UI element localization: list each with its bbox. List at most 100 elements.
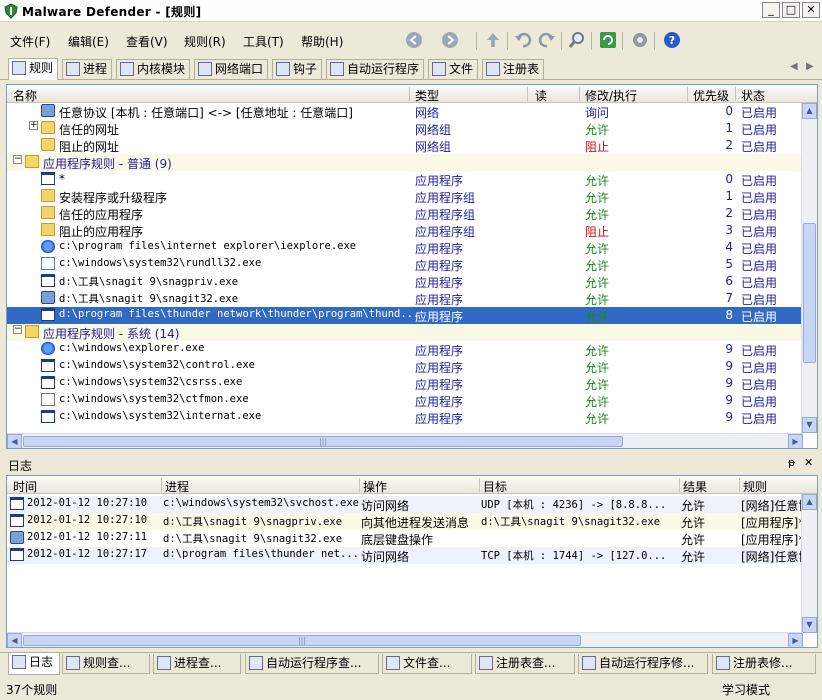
app-window-icon: [41, 172, 55, 185]
tab-registry[interactable]: 注册表: [482, 59, 544, 79]
redo-icon[interactable]: [537, 31, 557, 51]
rule-row[interactable]: d:\program files\thunder network\thunder…: [7, 307, 803, 324]
tab-autorun[interactable]: 自动运行程序: [326, 59, 424, 79]
menu-tools[interactable]: 工具(T): [243, 33, 284, 50]
rules-vscrollbar[interactable]: ▲ ▼: [801, 103, 817, 433]
bottom-tab-process-view[interactable]: 进程查...: [153, 654, 241, 674]
rule-row[interactable]: c:\windows\system32\internat.exe 应用程序 允许 9 已…: [7, 409, 803, 426]
rule-row[interactable]: c:\windows\system32\ctfmon.exe 应用程序 允许 9 已启用: [7, 392, 803, 409]
scroll-thumb[interactable]: [803, 223, 816, 363]
scroll-down-button[interactable]: ▼: [802, 617, 817, 633]
col-rule[interactable]: 规则: [743, 478, 767, 495]
col-name[interactable]: 名称: [13, 87, 37, 104]
settings-icon[interactable]: [630, 31, 650, 51]
scroll-thumb[interactable]: |||: [23, 436, 623, 447]
scroll-down-button[interactable]: ▼: [802, 417, 817, 433]
app-window-icon: [10, 548, 24, 561]
bottom-tab-registry-view[interactable]: 注册表查...: [475, 654, 575, 674]
bottom-tab-rules-view[interactable]: 规则查...: [62, 654, 150, 674]
log-row[interactable]: 2012-01-12 10:27:11 d:\工具\snagit 9\snagit…: [7, 530, 804, 547]
log-vscrollbar[interactable]: ▲ ▼: [801, 494, 817, 633]
rule-type: 应用程序组: [415, 225, 476, 239]
tab-kernel-modules[interactable]: 内核模块: [116, 59, 190, 79]
expand-icon[interactable]: +: [29, 121, 38, 130]
tab-files[interactable]: 文件: [428, 59, 478, 79]
menu-file[interactable]: 文件(F): [10, 33, 50, 50]
rule-row[interactable]: c:\windows\explorer.exe 应用程序 允许 9 已启用: [7, 341, 803, 358]
tab-scroll-left[interactable]: ◀: [790, 61, 798, 72]
scroll-right-button[interactable]: ▶: [788, 633, 803, 647]
minimize-button[interactable]: _: [762, 2, 780, 18]
col-priority[interactable]: 优先级: [693, 87, 729, 104]
autorun-edit-icon: [582, 656, 596, 670]
bottom-tab-file-view[interactable]: 文件查...: [382, 654, 472, 674]
rule-row[interactable]: 信任的应用程序 应用程序组 允许 2 已启用: [7, 205, 803, 222]
rule-row[interactable]: 阻止的网址 网络组 阻止 2 已启用: [7, 137, 803, 154]
scroll-left-button[interactable]: ◀: [7, 434, 22, 448]
rule-row[interactable]: d:\工具\snagit 9\snagpriv.exe 应用程序 允许 6 已启用: [7, 273, 803, 290]
rule-row[interactable]: * 应用程序 允许 0 已启用: [7, 171, 803, 188]
log-row[interactable]: 2012-01-12 10:27:10 c:\windows\system32\s…: [7, 496, 817, 513]
bottom-tab-autorun-edit[interactable]: 自动运行程序修...: [578, 654, 708, 674]
up-icon[interactable]: [483, 31, 503, 51]
pin-icon[interactable]: ᵽ: [788, 456, 795, 469]
col-type[interactable]: 类型: [415, 87, 439, 104]
help-icon[interactable]: ?: [662, 31, 682, 51]
scroll-left-button[interactable]: ◀: [7, 633, 22, 647]
rule-action: 阻止: [585, 140, 610, 154]
rule-row[interactable]: d:\工具\snagit 9\snagit32.exe 应用程序 允许 7 已启用: [7, 290, 803, 307]
col-modify[interactable]: 修改/执行: [585, 87, 637, 104]
rule-row[interactable]: + 信任的网址 网络组 允许 1 已启用: [7, 120, 803, 137]
menu-rules[interactable]: 规则(R): [184, 33, 226, 50]
rule-row[interactable]: c:\windows\system32\csrss.exe 应用程序 允许 9 已启用: [7, 375, 803, 392]
rule-group-row[interactable]: − 应用程序规则 - 系统 (14): [7, 324, 803, 341]
rule-row[interactable]: 阻止的应用程序 应用程序组 阻止 3 已启用: [7, 222, 803, 239]
bottom-tab-autorun-view[interactable]: 自动运行程序查...: [245, 654, 379, 674]
col-operation[interactable]: 操作: [363, 478, 387, 495]
rule-row[interactable]: c:\windows\system32\control.exe 应用程序 允许 9 已启…: [7, 358, 803, 375]
tab-network-ports[interactable]: 网络端口: [194, 59, 268, 79]
rule-name: c:\windows\system32\rundll32.exe: [59, 257, 262, 269]
col-target[interactable]: 目标: [483, 478, 507, 495]
column-divider: [579, 87, 580, 101]
log-row[interactable]: 2012-01-12 10:27:17 d:\program files\thun…: [7, 547, 817, 564]
menu-view[interactable]: 查看(V): [126, 33, 168, 50]
refresh-icon[interactable]: [598, 31, 618, 51]
close-icon[interactable]: ✕: [804, 456, 813, 469]
rule-row[interactable]: c:\windows\system32\rundll32.exe 应用程序 允许 5 已…: [7, 256, 803, 273]
rules-header: 名称 类型 读 修改/执行 优先级 状态: [7, 85, 817, 103]
log-row[interactable]: 2012-01-12 10:27:10 d:\工具\snagit 9\snagpr…: [7, 513, 804, 530]
scroll-up-button[interactable]: ▲: [802, 103, 817, 119]
scroll-right-button[interactable]: ▶: [788, 434, 803, 448]
bottom-tab-registry-edit[interactable]: 注册表修...: [712, 654, 816, 674]
col-process[interactable]: 进程: [165, 478, 189, 495]
tab-hooks[interactable]: 钩子: [272, 59, 322, 79]
menu-help[interactable]: 帮助(H): [301, 33, 343, 50]
col-result[interactable]: 结果: [683, 478, 707, 495]
close-button[interactable]: ✕: [802, 2, 820, 18]
scroll-thumb[interactable]: |||: [23, 635, 581, 646]
col-read[interactable]: 读: [535, 87, 547, 104]
menu-edit[interactable]: 编辑(E): [68, 33, 109, 50]
rule-row[interactable]: 安装程序或升级程序 应用程序组 允许 1 已启用: [7, 188, 803, 205]
tab-rules[interactable]: 规则: [8, 58, 58, 80]
bottom-tab-log[interactable]: 日志: [8, 653, 60, 675]
forward-icon[interactable]: [440, 31, 460, 51]
col-state[interactable]: 状态: [741, 87, 765, 104]
rule-row[interactable]: 任意协议 [本机 : 任意端口] <-> [任意地址 : 任意端口] 网络 询问 0 已…: [7, 103, 803, 120]
rules-hscrollbar[interactable]: ◀ ||| ▶: [7, 433, 803, 448]
scroll-up-button[interactable]: ▲: [802, 494, 817, 510]
col-time[interactable]: 时间: [13, 478, 37, 495]
back-icon[interactable]: [404, 31, 424, 51]
collapse-icon[interactable]: −: [13, 325, 22, 334]
tab-scroll-right[interactable]: ▶: [806, 61, 814, 72]
rule-group-row[interactable]: − 应用程序规则 - 普通 (9): [7, 154, 803, 171]
search-icon[interactable]: [567, 31, 587, 51]
collapse-icon[interactable]: −: [13, 155, 22, 164]
maximize-button[interactable]: □: [782, 2, 800, 18]
tab-process[interactable]: 进程: [62, 59, 112, 79]
rule-row[interactable]: c:\program files\internet explorer\iexpl…: [7, 239, 803, 256]
undo-icon[interactable]: [513, 31, 533, 51]
column-divider: [679, 478, 680, 492]
log-hscrollbar[interactable]: ◀ ||| ▶: [7, 632, 803, 647]
